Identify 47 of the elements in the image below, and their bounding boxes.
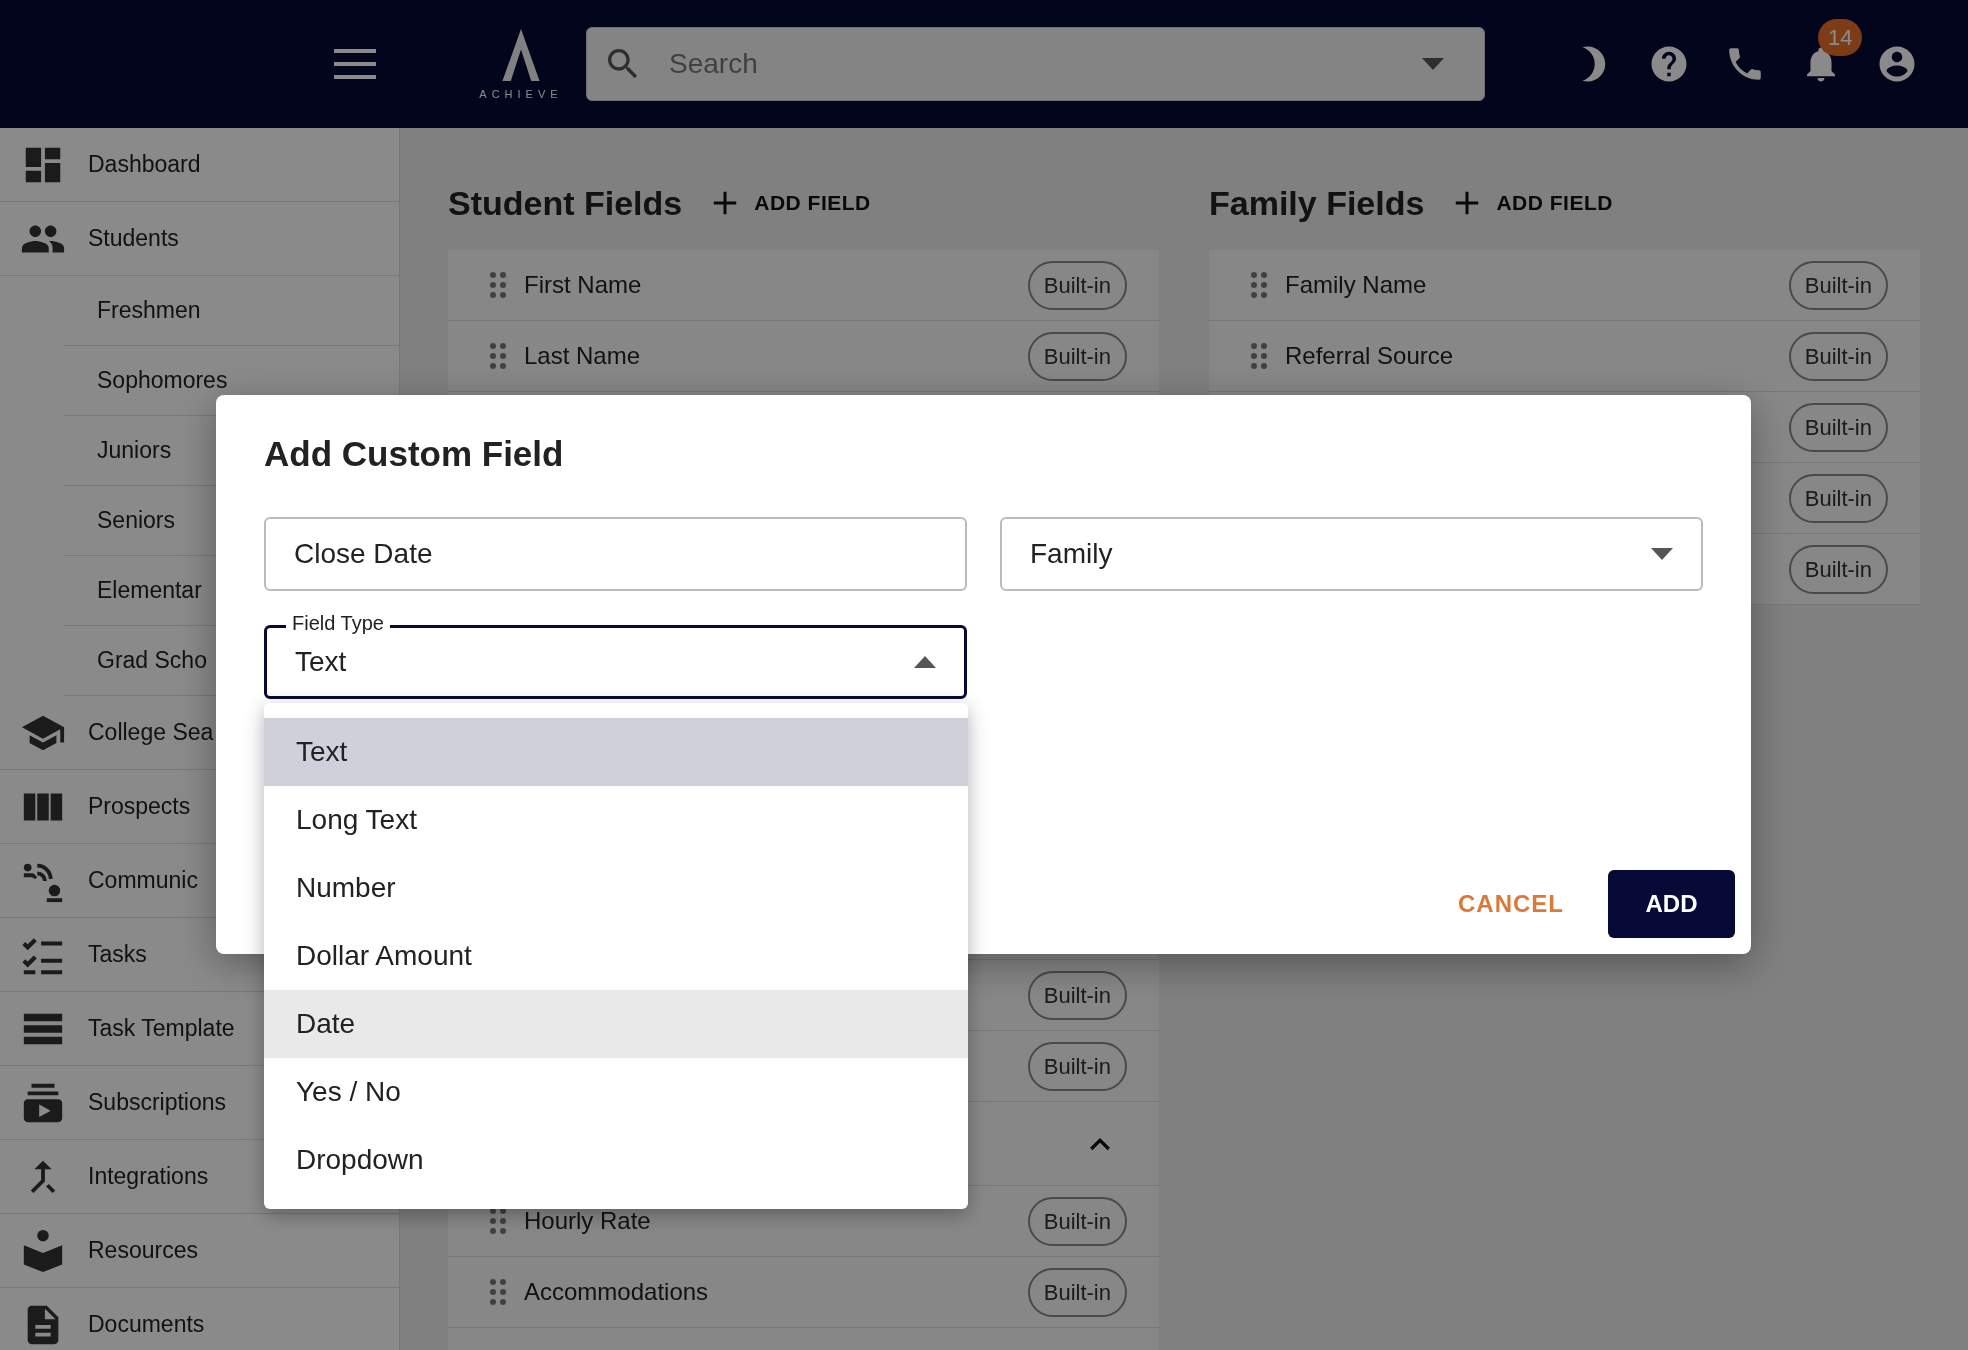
sidebar-item[interactable]: Dashboard [0, 128, 399, 202]
built-in-tag: Built-in [1027, 970, 1127, 1020]
menu-button[interactable] [334, 48, 376, 80]
menu-option[interactable]: Date [264, 990, 968, 1058]
drag-handle-icon [488, 1207, 508, 1235]
built-in-tag: Built-in [1027, 1267, 1127, 1317]
caret-icon [1422, 58, 1444, 70]
field-name: Accommodations [524, 1277, 709, 1307]
field-name: Last Name [524, 341, 641, 371]
drag-handle-icon [488, 1278, 508, 1306]
input-field[interactable]: Close Date [264, 517, 967, 591]
field-name: Family Name [1285, 270, 1427, 300]
built-in-tag: Built-in [1788, 260, 1888, 310]
sidebar-subitem[interactable]: Freshmen [64, 276, 399, 346]
built-in-tag: Built-in [1788, 473, 1888, 523]
field-name: Hourly Rate [524, 1206, 651, 1236]
search-input[interactable]: Search [667, 42, 1398, 86]
built-in-tag: Built-in [1788, 402, 1888, 452]
built-in-tag: Built-in [1027, 331, 1127, 381]
add-field-button[interactable]: ADD FIELD [1452, 187, 1613, 219]
menu-option[interactable]: Text [264, 718, 968, 786]
sidebar-item[interactable]: Resources [0, 1214, 399, 1288]
field-name: Referral Source [1285, 341, 1454, 371]
section-title: Student Fields [448, 182, 683, 224]
sidebar-item[interactable]: Students [0, 202, 399, 276]
add-field-button[interactable]: ADD FIELD [710, 187, 871, 219]
logo-text: ACHIEVE [479, 88, 563, 100]
built-in-tag: Built-in [1788, 331, 1888, 381]
built-in-tag: Built-in [1027, 1196, 1127, 1246]
dialog-title: Add Custom Field [264, 433, 565, 475]
field-name: First Name [524, 270, 642, 300]
section-title: Family Fields [1209, 182, 1425, 224]
drag-handle-icon [488, 342, 508, 370]
select-field[interactable]: Family [1000, 517, 1703, 591]
drag-handle-icon [1249, 271, 1269, 299]
add-button[interactable]: ADD [1608, 870, 1735, 938]
menu-icon [334, 48, 376, 80]
built-in-tag: Built-in [1027, 1041, 1127, 1091]
search-field[interactable]: Search [586, 27, 1485, 101]
built-in-tag: Built-in [1788, 544, 1888, 594]
built-in-tag: Built-in [1027, 260, 1127, 310]
cancel-button[interactable]: CANCEL [1438, 870, 1584, 938]
drag-handle-icon [1249, 342, 1269, 370]
sidebar-item[interactable]: Documents [0, 1288, 399, 1350]
logo-icon [501, 28, 541, 81]
drag-handle-icon [488, 271, 508, 299]
notification-count: 14 [1818, 19, 1863, 56]
